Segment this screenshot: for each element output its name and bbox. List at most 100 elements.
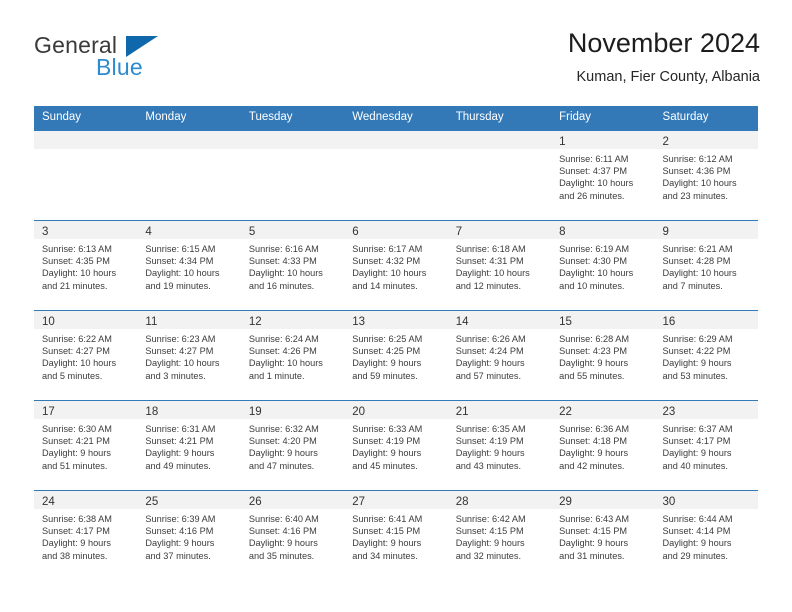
sunrise-text: Sunrise: 6:19 AM: [559, 244, 630, 255]
sun-info: Sunrise: 6:43 AM Sunset: 4:15 PM Daylight:…: [551, 509, 654, 562]
calendar-day-cell[interactable]: 17 Sunrise: 6:30 AM Sunset: 4:21 PM Dayligh…: [34, 401, 138, 491]
calendar-cell-empty: [344, 131, 448, 221]
calendar-day-cell[interactable]: 6 Sunrise: 6:17 AM Sunset: 4:32 PM Daylight…: [344, 221, 448, 311]
day-number: 14: [455, 316, 469, 329]
calendar-day-cell[interactable]: 2 Sunrise: 6:12 AM Sunset: 4:36 PM Daylight…: [654, 131, 758, 221]
sun-info: Sunrise: 6:32 AM Sunset: 4:20 PM Daylight:…: [241, 419, 344, 472]
day-number: 10: [42, 316, 55, 329]
day-number-band: 11: [137, 311, 241, 330]
day-of-week-header-friday: Friday: [559, 111, 592, 124]
day-number: 26: [248, 496, 262, 509]
day-number-band: 12: [240, 311, 345, 330]
sunset-text: Sunset: 4:14 PM: [662, 526, 731, 537]
calendar-day-cell[interactable]: 13 Sunrise: 6:25 AM Sunset: 4:25 PM Dayligh…: [344, 311, 448, 401]
sunset-text: Sunset: 4:20 PM: [248, 436, 317, 447]
daylight-text-line2: and 37 minutes.: [145, 550, 211, 561]
day-number: 29: [559, 496, 572, 509]
sunset-text: Sunset: 4:27 PM: [42, 346, 110, 357]
day-number-band: 4: [137, 221, 241, 240]
sunset-text: Sunset: 4:35 PM: [42, 256, 110, 267]
title-block: November 2024 Kuman, Fier County, Albani…: [568, 26, 760, 86]
daylight-text-line2: and 59 minutes.: [352, 370, 418, 381]
day-number-band: 8: [551, 221, 655, 240]
day-number-band: 9: [654, 221, 758, 240]
daylight-text-line2: and 38 minutes.: [42, 550, 108, 561]
daylight-text-line2: and 23 minutes.: [662, 190, 728, 201]
day-number: 13: [352, 316, 366, 329]
sunrise-text: Sunrise: 6:22 AM: [42, 334, 112, 345]
calendar-day-cell[interactable]: 1 Sunrise: 6:11 AM Sunset: 4:37 PM Daylight…: [551, 131, 655, 221]
sunrise-text: Sunrise: 6:15 AM: [145, 244, 216, 255]
calendar-day-cell[interactable]: 5 Sunrise: 6:16 AM Sunset: 4:33 PM Daylight…: [240, 221, 345, 311]
day-number-band: 15: [551, 311, 655, 330]
sun-info: Sunrise: 6:15 AM Sunset: 4:34 PM Daylight:…: [137, 239, 240, 292]
day-number: 8: [559, 226, 566, 239]
sunrise-text: Sunrise: 6:11 AM: [559, 154, 629, 165]
daylight-text-line1: Daylight: 9 hours: [559, 358, 629, 369]
sun-info: Sunrise: 6:22 AM Sunset: 4:27 PM Daylight:…: [34, 329, 137, 382]
sunset-text: Sunset: 4:15 PM: [455, 526, 524, 537]
sunset-text: Sunset: 4:15 PM: [559, 526, 628, 537]
day-of-week-header-row: Sunday Monday Tuesday Wednesday Thursday Frid…: [34, 106, 758, 132]
general-blue-logo[interactable]: General Blue: [34, 26, 224, 82]
calendar-day-cell[interactable]: 25 Sunrise: 6:39 AM Sunset: 4:16 PM Dayligh…: [137, 491, 241, 581]
calendar-day-cell[interactable]: 12 Sunrise: 6:24 AM Sunset: 4:26 PM Dayligh…: [240, 311, 345, 401]
sunrise-text: Sunrise: 6:12 AM: [662, 154, 733, 165]
sunset-text: Sunset: 4:16 PM: [248, 526, 317, 537]
day-number: 22: [559, 406, 572, 419]
calendar-day-cell[interactable]: 19 Sunrise: 6:32 AM Sunset: 4:20 PM Dayligh…: [240, 401, 345, 491]
daylight-text-line2: and 3 minutes.: [145, 370, 206, 381]
daylight-text-line2: and 51 minutes.: [42, 460, 108, 471]
sunrise-text: Sunrise: 6:13 AM: [42, 244, 112, 255]
calendar-day-cell[interactable]: 21 Sunrise: 6:35 AM Sunset: 4:19 PM Dayligh…: [447, 401, 552, 491]
calendar-day-cell[interactable]: 3 Sunrise: 6:13 AM Sunset: 4:35 PM Daylight…: [34, 221, 138, 311]
daylight-text-line2: and 21 minutes.: [42, 280, 108, 291]
sun-info: Sunrise: 6:16 AM Sunset: 4:33 PM Daylight:…: [241, 239, 344, 292]
calendar-day-cell[interactable]: 18 Sunrise: 6:31 AM Sunset: 4:21 PM Dayligh…: [137, 401, 241, 491]
sunset-text: Sunset: 4:22 PM: [662, 346, 731, 357]
daylight-text-line1: Daylight: 10 hours: [662, 268, 737, 279]
day-number: 2: [662, 136, 669, 149]
daylight-text-line1: Daylight: 9 hours: [455, 448, 525, 459]
daylight-text-line1: Daylight: 9 hours: [662, 538, 732, 549]
daylight-text-line1: Daylight: 9 hours: [248, 448, 318, 459]
sun-info: Sunrise: 6:18 AM Sunset: 4:31 PM Daylight:…: [448, 239, 551, 292]
calendar-week-row: 17 Sunrise: 6:30 AM Sunset: 4:21 PM Dayligh…: [34, 400, 758, 491]
calendar-day-cell[interactable]: 29 Sunrise: 6:43 AM Sunset: 4:15 PM Dayligh…: [551, 491, 655, 581]
sunset-text: Sunset: 4:30 PM: [559, 256, 628, 267]
calendar-day-cell[interactable]: 26 Sunrise: 6:40 AM Sunset: 4:16 PM Dayligh…: [240, 491, 345, 581]
calendar-day-cell[interactable]: 10 Sunrise: 6:22 AM Sunset: 4:27 PM Dayligh…: [34, 311, 138, 401]
page-header: General Blue November 2024 Kuman, Fier C…: [0, 0, 792, 86]
daylight-text-line1: Daylight: 9 hours: [145, 538, 215, 549]
sunrise-text: Sunrise: 6:24 AM: [248, 334, 319, 345]
calendar-day-cell[interactable]: 22 Sunrise: 6:36 AM Sunset: 4:18 PM Dayligh…: [551, 401, 655, 491]
day-number-band: [344, 131, 448, 150]
sunset-text: Sunset: 4:36 PM: [662, 166, 731, 177]
day-number: 6: [352, 226, 359, 239]
calendar-day-cell[interactable]: 24 Sunrise: 6:38 AM Sunset: 4:17 PM Dayligh…: [34, 491, 138, 581]
calendar-day-cell[interactable]: 16 Sunrise: 6:29 AM Sunset: 4:22 PM Dayligh…: [654, 311, 758, 401]
calendar-day-cell[interactable]: 4 Sunrise: 6:15 AM Sunset: 4:34 PM Daylight…: [137, 221, 241, 311]
calendar-day-cell[interactable]: 30 Sunrise: 6:44 AM Sunset: 4:14 PM Dayligh…: [654, 491, 758, 581]
day-of-week-header-tuesday: Tuesday: [248, 111, 293, 124]
daylight-text-line2: and 42 minutes.: [559, 460, 625, 471]
daylight-text-line1: Daylight: 9 hours: [42, 448, 111, 459]
calendar-day-cell[interactable]: 9 Sunrise: 6:21 AM Sunset: 4:28 PM Daylight…: [654, 221, 758, 311]
sun-info: Sunrise: 6:40 AM Sunset: 4:16 PM Daylight:…: [241, 509, 344, 562]
calendar-day-cell[interactable]: 8 Sunrise: 6:19 AM Sunset: 4:30 PM Daylight…: [551, 221, 655, 311]
calendar-day-cell[interactable]: 14 Sunrise: 6:26 AM Sunset: 4:24 PM Dayligh…: [447, 311, 552, 401]
day-number: 15: [559, 316, 572, 329]
daylight-text-line2: and 35 minutes.: [248, 550, 315, 561]
calendar-day-cell[interactable]: 28 Sunrise: 6:42 AM Sunset: 4:15 PM Dayligh…: [447, 491, 552, 581]
daylight-text-line2: and 1 minute.: [248, 370, 305, 381]
day-number: 25: [145, 496, 159, 509]
calendar-day-cell[interactable]: 11 Sunrise: 6:23 AM Sunset: 4:27 PM Dayligh…: [137, 311, 241, 401]
calendar-day-cell[interactable]: 20 Sunrise: 6:33 AM Sunset: 4:19 PM Dayligh…: [344, 401, 448, 491]
sunrise-text: Sunrise: 6:31 AM: [145, 424, 216, 435]
calendar-day-cell[interactable]: 15 Sunrise: 6:28 AM Sunset: 4:23 PM Dayligh…: [551, 311, 655, 401]
calendar-day-cell[interactable]: 27 Sunrise: 6:41 AM Sunset: 4:15 PM Dayligh…: [344, 491, 448, 581]
daylight-text-line2: and 29 minutes.: [662, 550, 728, 561]
sun-info: Sunrise: 6:25 AM Sunset: 4:25 PM Daylight:…: [344, 329, 447, 382]
calendar-day-cell[interactable]: 7 Sunrise: 6:18 AM Sunset: 4:31 PM Daylight…: [447, 221, 552, 311]
calendar-day-cell[interactable]: 23 Sunrise: 6:37 AM Sunset: 4:17 PM Dayligh…: [654, 401, 758, 491]
